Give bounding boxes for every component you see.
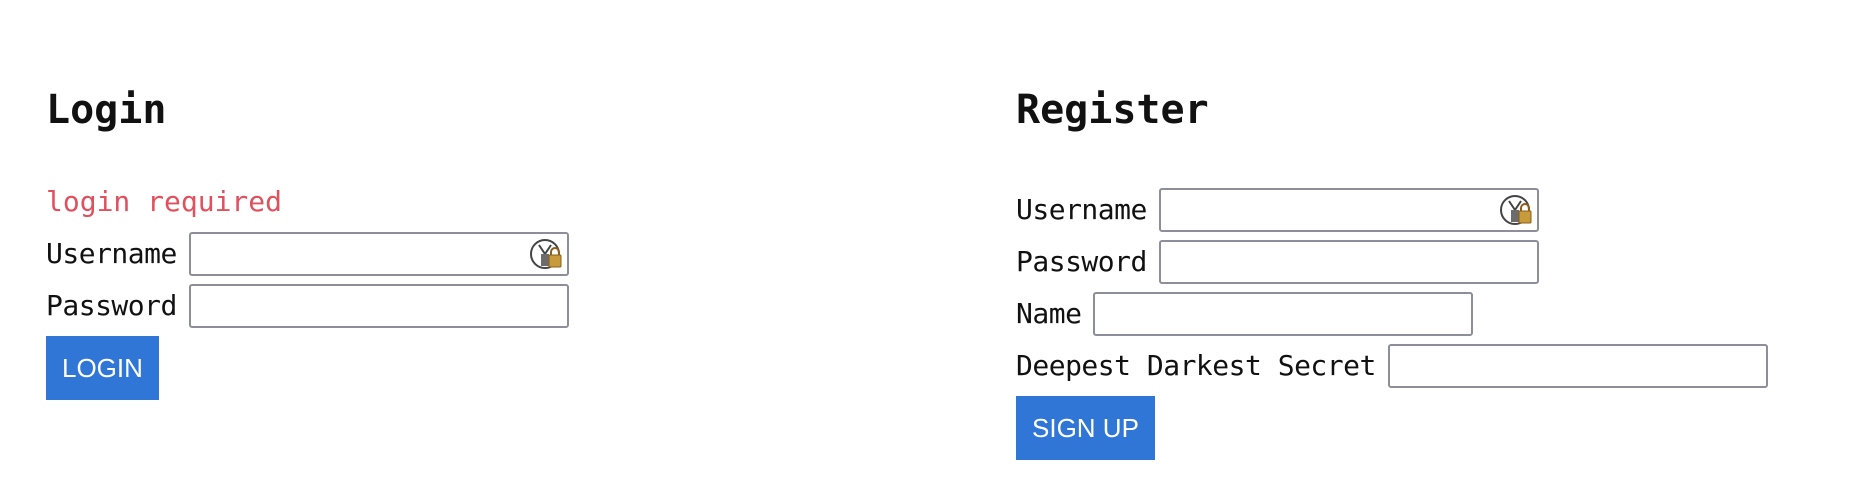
- register-username-field-wrapper: [1158, 188, 1539, 232]
- login-password-input[interactable]: [188, 284, 569, 328]
- register-secret-label: Deepest Darkest Secret: [1016, 349, 1376, 382]
- login-password-label: Password: [46, 289, 177, 322]
- register-secret-field-wrapper: [1387, 344, 1768, 388]
- login-password-field-wrapper: [188, 284, 569, 328]
- login-title: Login: [46, 87, 167, 133]
- register-secret-input[interactable]: [1387, 344, 1768, 388]
- keepass-lock-icon[interactable]: [1499, 193, 1535, 227]
- register-secret-row: Deepest Darkest Secret: [1016, 344, 1768, 388]
- register-username-row: Username: [1016, 188, 1539, 232]
- register-name-label: Name: [1016, 297, 1082, 330]
- login-button[interactable]: LOGIN: [46, 336, 159, 400]
- register-password-field-wrapper: [1158, 240, 1539, 284]
- login-username-label: Username: [46, 237, 177, 270]
- register-title: Register: [1016, 87, 1209, 133]
- register-name-row: Name: [1016, 292, 1474, 336]
- register-username-input[interactable]: [1158, 188, 1539, 232]
- sign-up-button[interactable]: SIGN UP: [1016, 396, 1155, 460]
- login-error-message: login required: [46, 185, 283, 218]
- register-username-label: Username: [1016, 193, 1147, 226]
- register-name-input[interactable]: [1093, 292, 1474, 336]
- login-username-input[interactable]: [188, 232, 569, 276]
- keepass-lock-icon[interactable]: [529, 237, 565, 271]
- login-username-field-wrapper: [188, 232, 569, 276]
- register-password-row: Password: [1016, 240, 1539, 284]
- register-name-field-wrapper: [1093, 292, 1474, 336]
- register-password-label: Password: [1016, 245, 1147, 278]
- login-username-row: Username: [46, 232, 569, 276]
- register-password-input[interactable]: [1158, 240, 1539, 284]
- login-password-row: Password: [46, 284, 569, 328]
